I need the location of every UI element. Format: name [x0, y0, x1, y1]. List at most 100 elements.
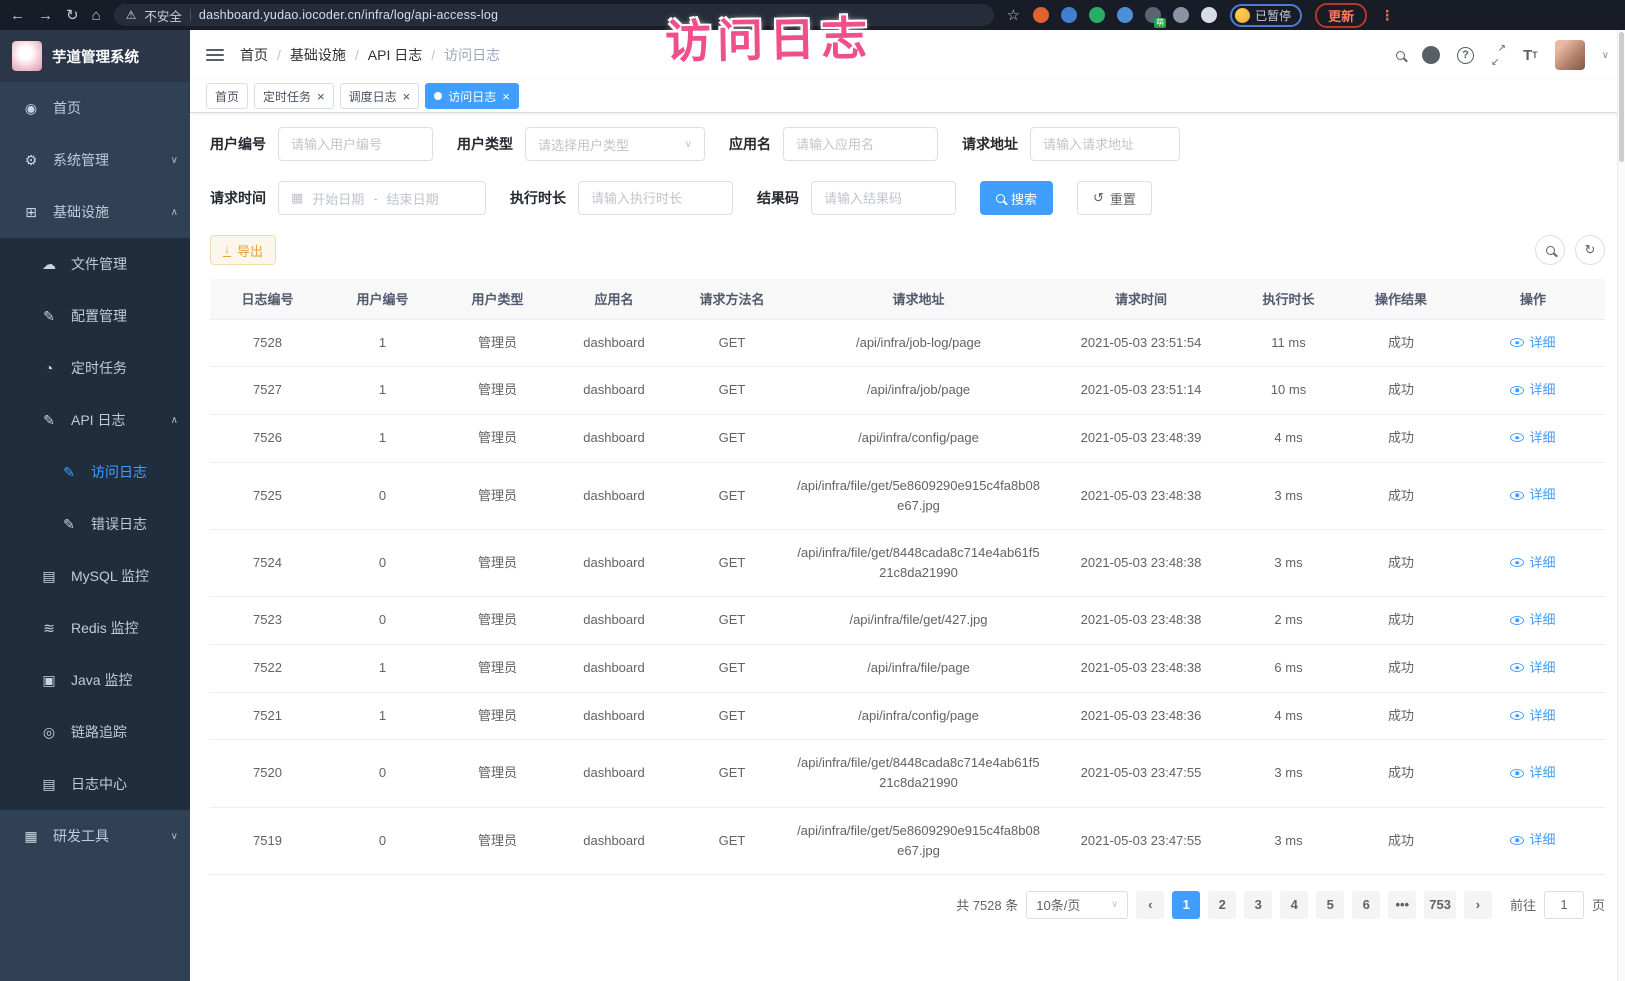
detail-link[interactable]: 详细 [1510, 830, 1555, 850]
scrollbar-thumb[interactable] [1619, 32, 1624, 162]
app-logo[interactable]: 芋道管理系统 [0, 30, 190, 82]
breadcrumb-item[interactable]: API 日志 [368, 45, 422, 65]
chart-icon: ▤ [40, 568, 58, 585]
tab-home[interactable]: 首页 [206, 83, 248, 109]
sidebar-item-dev-tools[interactable]: ▦研发工具∨ [0, 810, 190, 862]
detail-link[interactable]: 详细 [1510, 610, 1555, 630]
tab-schedule-log[interactable]: 调度日志× [340, 83, 420, 109]
profile-chip[interactable]: 已暂停 [1230, 4, 1302, 27]
page-button-2[interactable]: 2 [1208, 891, 1236, 919]
cell-method: GET [673, 597, 791, 645]
cell-time: 2021-05-03 23:48:38 [1046, 462, 1236, 529]
page-button-1[interactable]: 1 [1172, 891, 1200, 919]
user-id-label: 用户编号 [210, 134, 266, 154]
page-button-753[interactable]: 753 [1424, 891, 1456, 919]
page-size-select[interactable]: 10条/页 ∨ [1026, 891, 1128, 919]
sidebar-item-home[interactable]: ◉首页 [0, 82, 190, 134]
user-id-input[interactable] [278, 127, 433, 161]
detail-link[interactable]: 详细 [1510, 428, 1555, 448]
result-code-input[interactable] [811, 181, 956, 215]
browser-toolbar: ← → ↻ ⌂ ⚠ 不安全 dashboard.yudao.iocoder.cn… [0, 0, 1625, 30]
app-name-input[interactable] [783, 127, 938, 161]
page-button-3[interactable]: 3 [1244, 891, 1272, 919]
browser-menu-icon[interactable]: ⋮ [1380, 7, 1394, 24]
address-bar[interactable]: ⚠ 不安全 dashboard.yudao.iocoder.cn/infra/l… [114, 4, 994, 26]
sidebar-item-file-management[interactable]: ☁文件管理 [0, 238, 190, 290]
scrollbar[interactable] [1617, 30, 1625, 981]
detail-link[interactable]: 详细 [1510, 706, 1555, 726]
breadcrumb-item[interactable]: 首页 [240, 45, 268, 65]
browser-home-icon[interactable]: ⌂ [92, 7, 101, 24]
detail-link[interactable]: 详细 [1510, 380, 1555, 400]
extension-wechat-icon[interactable] [1089, 7, 1105, 23]
extension-cubes-icon[interactable] [1117, 7, 1133, 23]
update-button[interactable]: 更新 [1315, 3, 1367, 28]
sidebar-item-error-log[interactable]: ✎错误日志 [0, 498, 190, 550]
reset-button[interactable]: ↺ 重置 [1077, 181, 1152, 215]
user-avatar[interactable] [1555, 40, 1585, 70]
cell-user-type: 管理员 [440, 462, 555, 529]
cell-actions: 详细 [1461, 692, 1605, 740]
close-icon[interactable]: × [403, 90, 411, 103]
detail-link[interactable]: 详细 [1510, 333, 1555, 353]
bookmark-star-icon[interactable]: ☆ [1007, 6, 1020, 24]
extension-person-icon[interactable] [1173, 7, 1189, 23]
help-icon[interactable]: ? [1457, 47, 1474, 64]
eye-icon [1510, 711, 1524, 720]
toggle-search-button[interactable] [1535, 235, 1565, 265]
search-icon[interactable] [1396, 51, 1405, 60]
chevron-down-icon[interactable]: ∨ [1602, 50, 1609, 61]
font-size-icon[interactable]: TT [1523, 47, 1538, 64]
detail-link[interactable]: 详细 [1510, 763, 1555, 783]
search-button[interactable]: 搜索 [980, 181, 1053, 215]
sidebar-item-system-management[interactable]: ⚙系统管理∨ [0, 134, 190, 186]
goto-page-input[interactable] [1544, 891, 1584, 919]
sidebar-item-log-center[interactable]: ▤日志中心 [0, 758, 190, 810]
warning-icon: ⚠ [126, 8, 137, 22]
page-button-4[interactable]: 4 [1280, 891, 1308, 919]
user-type-select[interactable]: 请选择用户类型 ∨ [525, 127, 705, 161]
close-icon[interactable]: × [317, 90, 325, 103]
sidebar-item-infrastructure[interactable]: ⊞基础设施∧ [0, 186, 190, 238]
request-url-input[interactable] [1030, 127, 1180, 161]
fullscreen-icon[interactable] [1491, 48, 1506, 63]
extension-grid-icon[interactable]: 萌 [1145, 7, 1161, 23]
request-time-range-picker[interactable]: ▦ 开始日期 - 结束日期 [278, 181, 486, 215]
extension-orange-icon[interactable] [1033, 7, 1049, 23]
page-button-6[interactable]: 6 [1352, 891, 1380, 919]
sidebar-item-api-log[interactable]: ✎API 日志∧ [0, 394, 190, 446]
sidebar-item-scheduled-jobs[interactable]: ◔定时任务 [0, 342, 190, 394]
sidebar-item-mysql-monitor[interactable]: ▤MySQL 监控 [0, 550, 190, 602]
close-icon[interactable]: × [502, 90, 510, 103]
refresh-table-button[interactable]: ↻ [1575, 235, 1605, 265]
prev-page-button[interactable]: ‹ [1136, 891, 1164, 919]
detail-link[interactable]: 详细 [1510, 553, 1555, 573]
sidebar-item-trace[interactable]: ◎链路追踪 [0, 706, 190, 758]
sidebar-item-config-management[interactable]: ✎配置管理 [0, 290, 190, 342]
extension-pinwheel-icon[interactable] [1201, 7, 1217, 23]
more-pages-button[interactable]: ••• [1388, 891, 1416, 919]
export-button[interactable]: ↓ 导出 [210, 235, 276, 265]
tab-scheduled-jobs[interactable]: 定时任务× [254, 83, 334, 109]
sidebar-item-redis-monitor[interactable]: ≋Redis 监控 [0, 602, 190, 654]
reload-icon[interactable]: ↻ [66, 6, 79, 24]
back-icon[interactable]: ← [10, 7, 25, 24]
reset-button-label: 重置 [1110, 189, 1136, 208]
cell-app: dashboard [555, 597, 673, 645]
next-page-button[interactable]: › [1464, 891, 1492, 919]
page-button-5[interactable]: 5 [1316, 891, 1344, 919]
duration-input[interactable] [578, 181, 733, 215]
extension-shield-icon[interactable] [1061, 7, 1077, 23]
hamburger-icon[interactable] [206, 49, 224, 61]
breadcrumb-item[interactable]: 基础设施 [290, 45, 346, 65]
sidebar-item-access-log[interactable]: ✎访问日志 [0, 446, 190, 498]
forward-icon[interactable]: → [38, 7, 53, 24]
cell-result: 成功 [1341, 807, 1461, 874]
detail-link[interactable]: 详细 [1510, 485, 1555, 505]
sidebar-item-java-monitor[interactable]: ▣Java 监控 [0, 654, 190, 706]
tab-access-log[interactable]: 访问日志× [425, 83, 519, 109]
github-icon[interactable] [1422, 46, 1440, 64]
detail-link[interactable]: 详细 [1510, 658, 1555, 678]
cell-url: /api/infra/job-log/page [791, 319, 1046, 367]
security-label[interactable]: 不安全 [144, 6, 182, 25]
